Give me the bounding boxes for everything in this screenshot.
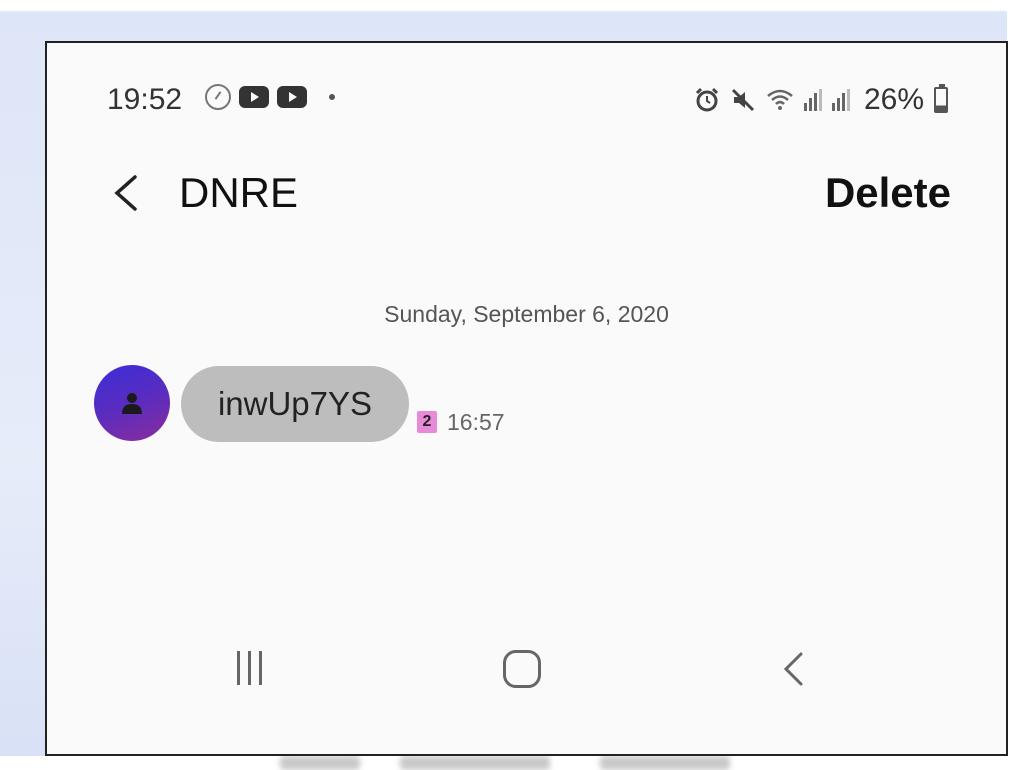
data-saver-icon <box>205 84 231 110</box>
phone-screen: 19:52 26% DNRE Delete Sunday, September … <box>45 41 1008 756</box>
sim-slot-badge: 2 <box>417 411 437 433</box>
person-icon <box>122 393 142 414</box>
alarm-icon <box>695 87 719 112</box>
background-edge <box>1007 0 1015 770</box>
blurred-caption <box>600 756 730 770</box>
message-time: 16:57 <box>447 409 505 435</box>
back-arrow-icon[interactable] <box>111 173 139 213</box>
status-icons-left <box>205 84 335 110</box>
date-separator: Sunday, September 6, 2020 <box>384 301 669 327</box>
battery-percent: 26% <box>863 83 924 116</box>
youtube-icon <box>239 86 269 108</box>
recents-button[interactable] <box>237 651 262 685</box>
wifi-icon <box>767 89 793 110</box>
delete-button[interactable]: Delete <box>825 169 951 217</box>
dot-icon <box>329 94 335 100</box>
recents-icon <box>248 651 251 685</box>
blurred-caption <box>280 756 360 770</box>
nav-back-icon[interactable] <box>782 651 804 687</box>
blurred-caption <box>400 756 550 770</box>
battery-icon <box>934 84 948 113</box>
mute-icon <box>731 88 755 112</box>
signal-icon <box>803 89 822 111</box>
avatar[interactable] <box>94 365 170 441</box>
youtube-icon <box>277 86 307 108</box>
message-bubble[interactable]: inwUp7YS <box>181 366 409 442</box>
recents-icon <box>259 651 262 685</box>
status-icons-right: 26% <box>694 83 948 117</box>
status-time: 19:52 <box>107 83 183 116</box>
conversation-title: DNRE <box>179 169 299 216</box>
signal-icon <box>831 89 850 111</box>
recents-icon <box>237 651 240 685</box>
home-button[interactable] <box>503 650 541 688</box>
